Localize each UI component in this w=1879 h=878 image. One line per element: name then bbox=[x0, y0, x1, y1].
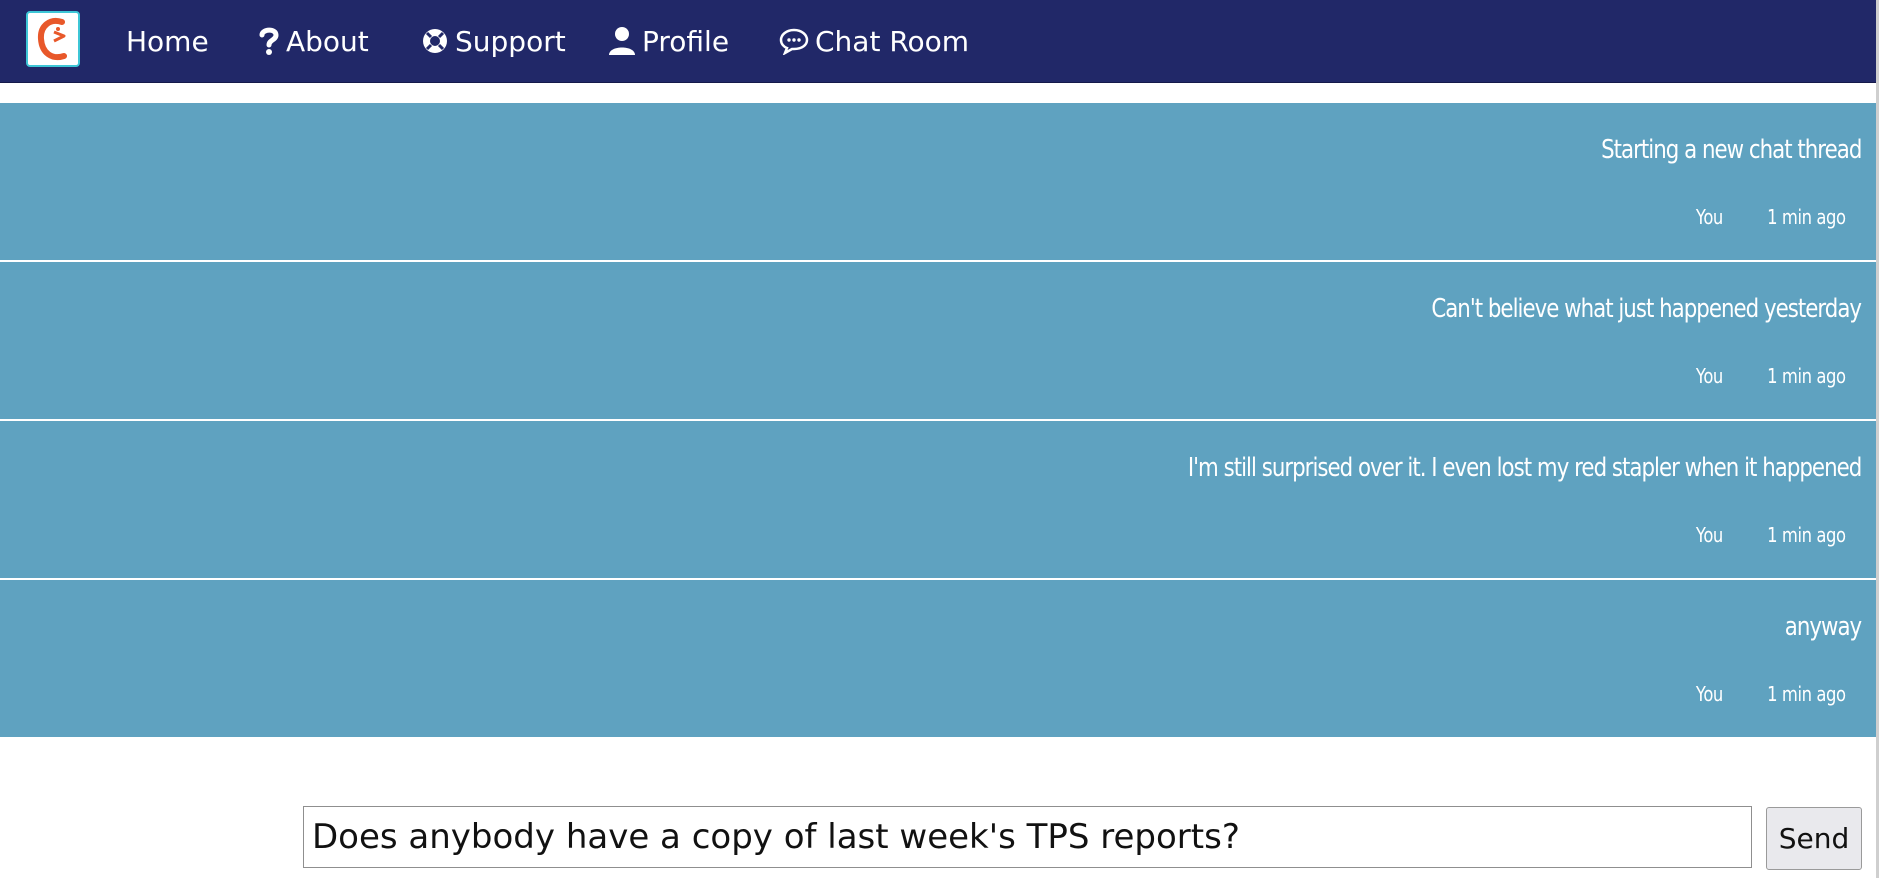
nav-support-label: Support bbox=[455, 24, 566, 58]
nav-chat-room[interactable]: Chat Room bbox=[779, 0, 969, 82]
chat-message: Can't believe what just happened yesterd… bbox=[0, 262, 1876, 421]
message-author: You bbox=[1696, 364, 1724, 388]
chat-page: Home About Support Profile Chat Room Sta… bbox=[0, 0, 1879, 878]
message-meta: You 1 min ago bbox=[1696, 205, 1846, 229]
send-button[interactable]: Send bbox=[1766, 807, 1862, 870]
message-author: You bbox=[1696, 205, 1724, 229]
message-time: 1 min ago bbox=[1767, 205, 1846, 229]
chat-message: I'm still surprised over it. I even lost… bbox=[0, 421, 1876, 580]
message-time: 1 min ago bbox=[1767, 682, 1846, 706]
app-logo[interactable] bbox=[26, 11, 80, 67]
message-time: 1 min ago bbox=[1767, 364, 1846, 388]
chat-message: Starting a new chat thread You 1 min ago bbox=[0, 103, 1876, 262]
top-navbar: Home About Support Profile Chat Room bbox=[0, 0, 1876, 83]
nav-profile[interactable]: Profile bbox=[608, 0, 729, 82]
message-author: You bbox=[1696, 682, 1724, 706]
message-meta: You 1 min ago bbox=[1696, 523, 1846, 547]
message-text: anyway bbox=[1784, 612, 1862, 642]
chat-thread: Starting a new chat thread You 1 min ago… bbox=[0, 103, 1876, 737]
lifebuoy-icon bbox=[421, 27, 449, 55]
chat-message: anyway You 1 min ago bbox=[0, 580, 1876, 737]
message-meta: You 1 min ago bbox=[1696, 364, 1846, 388]
message-author: You bbox=[1696, 523, 1724, 547]
nav-about[interactable]: About bbox=[258, 0, 369, 82]
nav-home-label: Home bbox=[126, 24, 209, 58]
chat-bubble-icon bbox=[779, 27, 809, 55]
chat-bird-logo-icon bbox=[37, 18, 67, 60]
nav-about-label: About bbox=[286, 24, 369, 58]
message-time: 1 min ago bbox=[1767, 523, 1846, 547]
message-text: I'm still surprised over it. I even lost… bbox=[1187, 453, 1862, 483]
user-icon bbox=[608, 26, 636, 56]
nav-profile-label: Profile bbox=[642, 24, 730, 58]
message-input[interactable] bbox=[303, 806, 1752, 868]
question-icon bbox=[258, 26, 280, 56]
nav-chat-room-label: Chat Room bbox=[815, 24, 970, 58]
message-text: Starting a new chat thread bbox=[1600, 135, 1862, 165]
message-meta: You 1 min ago bbox=[1696, 682, 1846, 706]
nav-home[interactable]: Home bbox=[126, 0, 209, 82]
nav-support[interactable]: Support bbox=[421, 0, 566, 82]
message-text: Can't believe what just happened yesterd… bbox=[1431, 294, 1862, 324]
